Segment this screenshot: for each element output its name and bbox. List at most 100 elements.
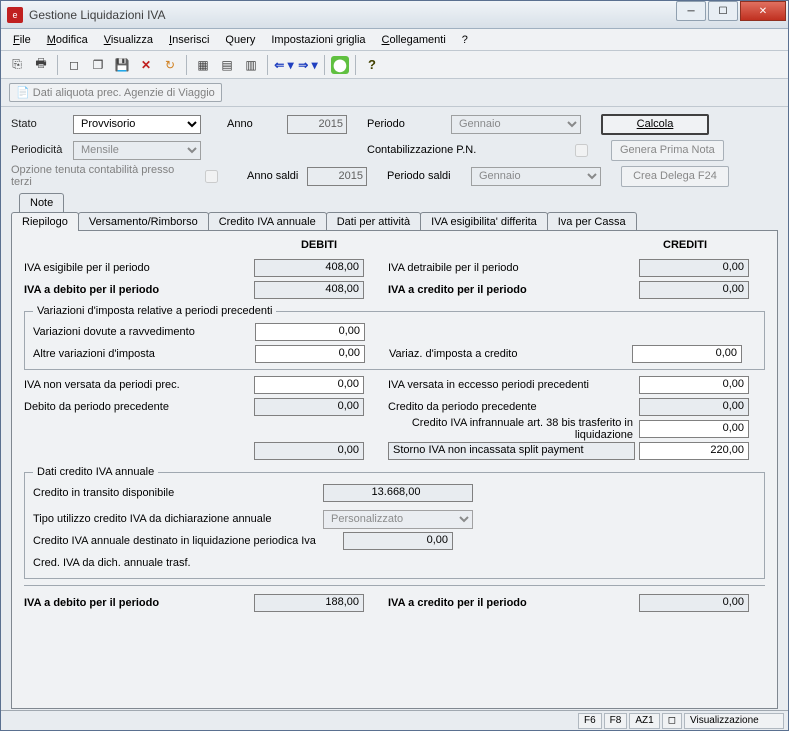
menu-collegamenti[interactable]: Collegamenti (378, 32, 450, 48)
credito-38bis-value[interactable]: 0,00 (639, 420, 749, 438)
dati-credito-fieldset: Dati credito IVA annuale Credito in tran… (24, 466, 765, 579)
debito-prec-label: Debito da periodo precedente (24, 401, 254, 413)
aliquota-button: 📄 Dati aliquota prec. Agenzie di Viaggio (9, 83, 222, 102)
anno-field (287, 115, 347, 134)
menu-help[interactable]: ? (458, 32, 472, 48)
var-credito-label: Variaz. d'imposta a credito (385, 348, 632, 360)
credito-transito-label: Credito in transito disponibile (33, 487, 323, 499)
storno-value[interactable]: 220,00 (639, 442, 749, 460)
iva-debito-final-label: IVA a debito per il periodo (24, 597, 254, 609)
tab-note[interactable]: Note (19, 193, 64, 212)
menu-impostazioni[interactable]: Impostazioni griglia (267, 32, 369, 48)
status-az1: AZ1 (629, 713, 659, 729)
header-debiti: DEBITI (254, 239, 384, 251)
opzione-terzi-checkbox (205, 170, 218, 183)
tab-credito-annuale[interactable]: Credito IVA annuale (208, 212, 327, 231)
iva-debito-final-value: 188,00 (254, 594, 364, 612)
menu-file[interactable]: File (9, 32, 35, 48)
print-icon[interactable]: 🖶 (31, 55, 51, 75)
new-icon[interactable]: ◻ (64, 55, 84, 75)
credito-transito-value: 13.668,00 (323, 484, 473, 502)
header-crediti: CREDITI (620, 239, 750, 251)
periodo-label: Periodo (367, 118, 447, 130)
menu-visualizza[interactable]: Visualizza (100, 32, 157, 48)
var-credito-value[interactable]: 0,00 (632, 345, 742, 363)
iva-esigibile-label: IVA esigibile per il periodo (24, 262, 254, 274)
stato-label: Stato (11, 118, 69, 130)
tab-panel-riepilogo: DEBITI CREDITI IVA esigibile per il peri… (11, 230, 778, 709)
menu-inserisci[interactable]: Inserisci (165, 32, 213, 48)
prev-icon[interactable]: ⇐ ▾ (274, 55, 294, 75)
unnamed-debit-value: 0,00 (254, 442, 364, 460)
contabilizzazione-label: Contabilizzazione P.N. (367, 144, 507, 156)
anno-saldi-field (307, 167, 367, 186)
statusbar: F6 F8 AZ1 ◻ Visualizzazione (1, 710, 788, 730)
storno-label: Storno IVA non incassata split payment (388, 442, 635, 460)
print-preview-icon[interactable]: ⎘ (7, 55, 27, 75)
status-mode: Visualizzazione (684, 713, 784, 729)
periodicita-label: Periodicità (11, 144, 69, 156)
tabs-area: Note Riepilogo Versamento/Rimborso Credi… (1, 189, 788, 710)
periodicita-select: Mensile (73, 141, 201, 160)
form-area: Stato Provvisorio Anno Periodo Gennaio C… (1, 107, 788, 189)
iva-esigibile-value: 408,00 (254, 259, 364, 277)
stato-select[interactable]: Provvisorio (73, 115, 201, 134)
grid2-icon[interactable]: ▤ (217, 55, 237, 75)
refresh-icon[interactable]: ↻ (160, 55, 180, 75)
secondary-toolbar: 📄 Dati aliquota prec. Agenzie di Viaggio (1, 79, 788, 107)
tab-esigibilita[interactable]: IVA esigibilita' differita (420, 212, 548, 231)
anno-label: Anno (227, 118, 283, 130)
contabilizzazione-checkbox (575, 144, 588, 157)
periodo-saldi-select: Gennaio (471, 167, 601, 186)
var-ravv-value[interactable]: 0,00 (255, 323, 365, 341)
iva-debito-label: IVA a debito per il periodo (24, 284, 254, 296)
tab-riepilogo[interactable]: Riepilogo (11, 212, 79, 231)
credito-38bis-label: Credito IVA infrannuale art. 38 bis tras… (384, 417, 639, 441)
copy-icon[interactable]: ❐ (88, 55, 108, 75)
app-icon: e (7, 7, 23, 23)
variazioni-legend: Variazioni d'imposta relative a periodi … (33, 305, 276, 317)
tipo-utilizzo-select: Personalizzato (323, 510, 473, 529)
opzione-terzi-label: Opzione tenuta contabilità presso terzi (11, 164, 197, 188)
tab-dati-attivita[interactable]: Dati per attività (326, 212, 421, 231)
status-doc-icon: ◻ (662, 713, 682, 729)
status-f6: F6 (578, 713, 602, 729)
next-icon[interactable]: ⇒ ▾ (298, 55, 318, 75)
status-f8: F8 (604, 713, 628, 729)
toolbar: ⎘ 🖶 ◻ ❐ 💾 ✕ ↻ ▦ ▤ ▥ ⇐ ▾ ⇒ ▾ ⬤ ? (1, 51, 788, 79)
iva-eccesso-label: IVA versata in eccesso periodi precedent… (384, 379, 639, 391)
delete-icon[interactable]: ✕ (136, 55, 156, 75)
menu-query[interactable]: Query (221, 32, 259, 48)
debito-prec-value: 0,00 (254, 398, 364, 416)
grid1-icon[interactable]: ▦ (193, 55, 213, 75)
grid3-icon[interactable]: ▥ (241, 55, 261, 75)
action-icon[interactable]: ⬤ (331, 56, 349, 74)
crea-delega-button: Crea Delega F24 (621, 166, 729, 187)
credito-prec-value: 0,00 (639, 398, 749, 416)
dati-credito-legend: Dati credito IVA annuale (33, 466, 158, 478)
tab-versamento[interactable]: Versamento/Rimborso (78, 212, 209, 231)
app-window: e Gestione Liquidazioni IVA ─ ☐ ✕ File M… (0, 0, 789, 731)
close-button[interactable]: ✕ (740, 1, 786, 21)
periodo-select: Gennaio (451, 115, 581, 134)
iva-credito-final-label: IVA a credito per il periodo (384, 597, 639, 609)
tab-iva-cassa[interactable]: Iva per Cassa (547, 212, 637, 231)
iva-credito-value: 0,00 (639, 281, 749, 299)
calcola-button[interactable]: Calcola (601, 114, 709, 135)
help-icon[interactable]: ? (362, 55, 382, 75)
maximize-button[interactable]: ☐ (708, 1, 738, 21)
menubar: File Modifica Visualizza Inserisci Query… (1, 29, 788, 51)
iva-eccesso-value[interactable]: 0,00 (639, 376, 749, 394)
iva-detraibile-value: 0,00 (639, 259, 749, 277)
iva-detraibile-label: IVA detraibile per il periodo (384, 262, 639, 274)
minimize-button[interactable]: ─ (676, 1, 706, 21)
iva-non-versata-label: IVA non versata da periodi prec. (24, 379, 254, 391)
save-icon[interactable]: 💾 (112, 55, 132, 75)
window-title: Gestione Liquidazioni IVA (29, 8, 676, 22)
menu-modifica[interactable]: Modifica (43, 32, 92, 48)
iva-non-versata-value[interactable]: 0,00 (254, 376, 364, 394)
altre-var-label: Altre variazioni d'imposta (33, 348, 255, 360)
credito-prec-label: Credito da periodo precedente (384, 401, 639, 413)
altre-var-value[interactable]: 0,00 (255, 345, 365, 363)
credito-liq-value: 0,00 (343, 532, 453, 550)
